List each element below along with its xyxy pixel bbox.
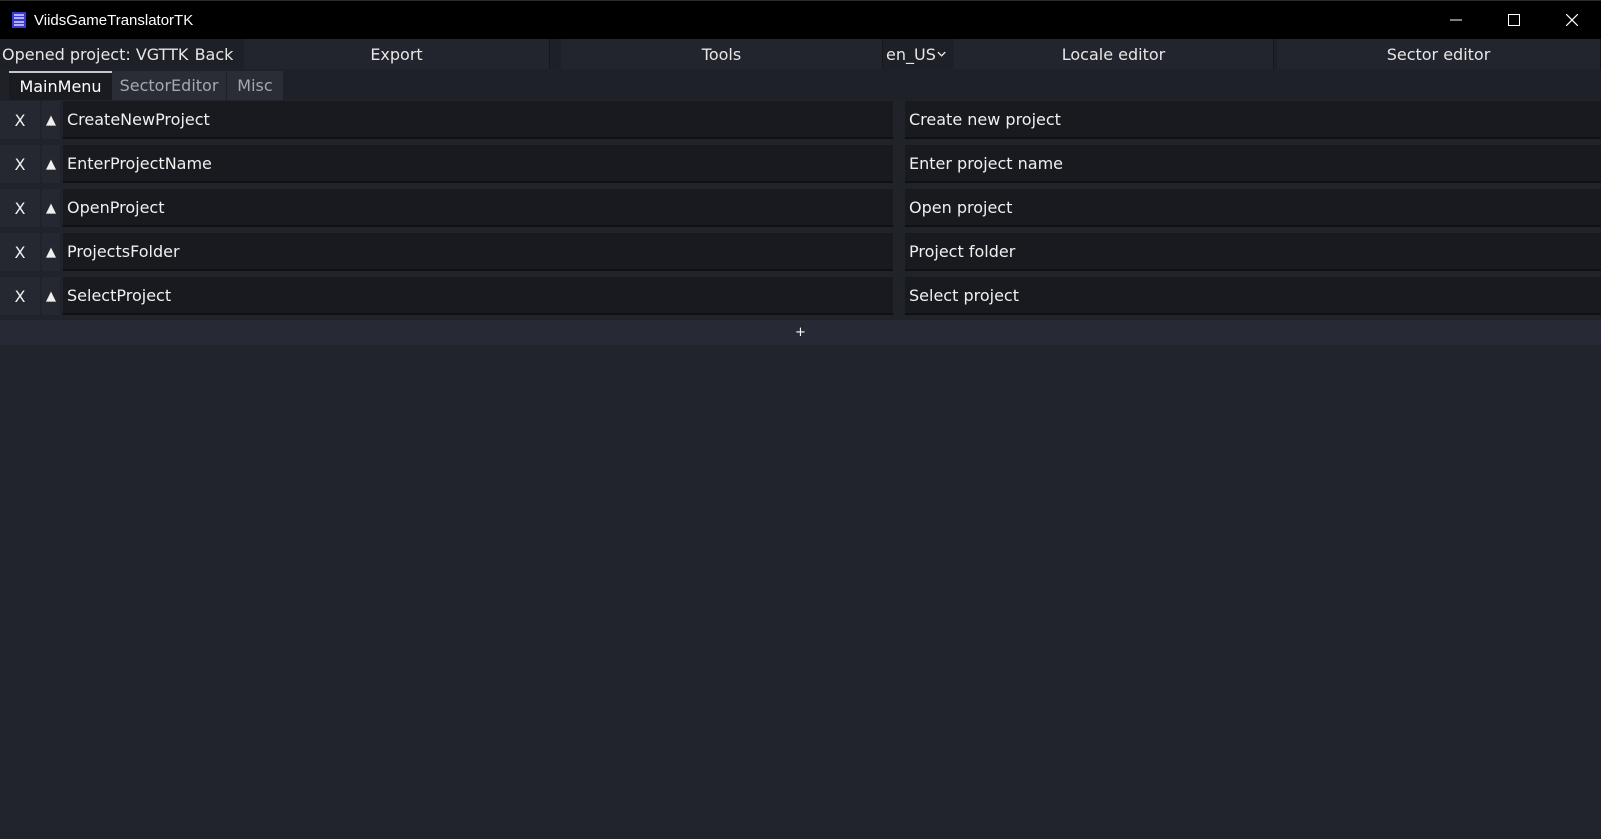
empty-content-area: [0, 345, 1601, 839]
tab-misc[interactable]: Misc: [227, 71, 283, 100]
delete-entry-button[interactable]: X: [0, 189, 40, 227]
tab-mainmenu[interactable]: MainMenu: [9, 71, 112, 100]
translation-field[interactable]: Create new project: [905, 101, 1601, 139]
add-entry-button[interactable]: +: [0, 320, 1601, 345]
key-field[interactable]: ProjectsFolder: [63, 233, 893, 271]
minimize-button[interactable]: [1427, 1, 1485, 39]
maximize-button[interactable]: [1485, 1, 1543, 39]
key-field[interactable]: CreateNewProject: [63, 101, 893, 139]
back-button[interactable]: Back: [187, 39, 241, 69]
plus-icon: +: [795, 325, 806, 340]
export-button[interactable]: Export: [244, 39, 550, 69]
move-up-button[interactable]: ▲: [42, 277, 60, 315]
translation-field[interactable]: Enter project name: [905, 145, 1601, 183]
entry-row: X ▲ EnterProjectName Enter project name: [0, 145, 1601, 185]
close-button[interactable]: [1543, 1, 1601, 39]
chevron-down-icon: [937, 51, 946, 57]
key-field[interactable]: SelectProject: [63, 277, 893, 315]
key-field[interactable]: OpenProject: [63, 189, 893, 227]
close-icon: [1566, 14, 1578, 26]
move-up-button[interactable]: ▲: [42, 145, 60, 183]
window-title: ViidsGameTranslatorTK: [34, 11, 194, 29]
window-controls: [1427, 1, 1601, 39]
translation-field[interactable]: Project folder: [905, 233, 1601, 271]
delete-entry-button[interactable]: X: [0, 101, 40, 139]
key-field[interactable]: EnterProjectName: [63, 145, 893, 183]
minimize-icon: [1450, 19, 1462, 21]
translation-field[interactable]: Select project: [905, 277, 1601, 315]
locale-editor-button[interactable]: Locale editor: [954, 39, 1274, 69]
tools-button[interactable]: Tools: [561, 39, 883, 69]
app-menu-icon[interactable]: [12, 12, 26, 28]
locale-select[interactable]: en_US: [886, 39, 946, 69]
sector-tabs: MainMenu SectorEditor Misc: [0, 69, 1601, 100]
translation-field[interactable]: Open project: [905, 189, 1601, 227]
entry-row: X ▲ OpenProject Open project: [0, 189, 1601, 229]
window-titlebar: ViidsGameTranslatorTK: [0, 0, 1601, 39]
move-up-button[interactable]: ▲: [42, 189, 60, 227]
move-up-button[interactable]: ▲: [42, 233, 60, 271]
sector-editor-button[interactable]: Sector editor: [1277, 39, 1601, 69]
entry-row: X ▲ ProjectsFolder Project folder: [0, 233, 1601, 273]
delete-entry-button[interactable]: X: [0, 145, 40, 183]
maximize-icon: [1508, 14, 1520, 26]
delete-entry-button[interactable]: X: [0, 277, 40, 315]
toolbar: Opened project: VGTTK Back Export Tools …: [0, 39, 1601, 69]
opened-project-label: Opened project: VGTTK: [2, 44, 189, 64]
entry-row: X ▲ SelectProject Select project: [0, 277, 1601, 317]
move-up-button[interactable]: ▲: [42, 101, 60, 139]
tab-sectoreditor[interactable]: SectorEditor: [112, 71, 226, 100]
entry-row: X ▲ CreateNewProject Create new project: [0, 101, 1601, 141]
locale-select-value: en_US: [886, 44, 936, 64]
delete-entry-button[interactable]: X: [0, 233, 40, 271]
